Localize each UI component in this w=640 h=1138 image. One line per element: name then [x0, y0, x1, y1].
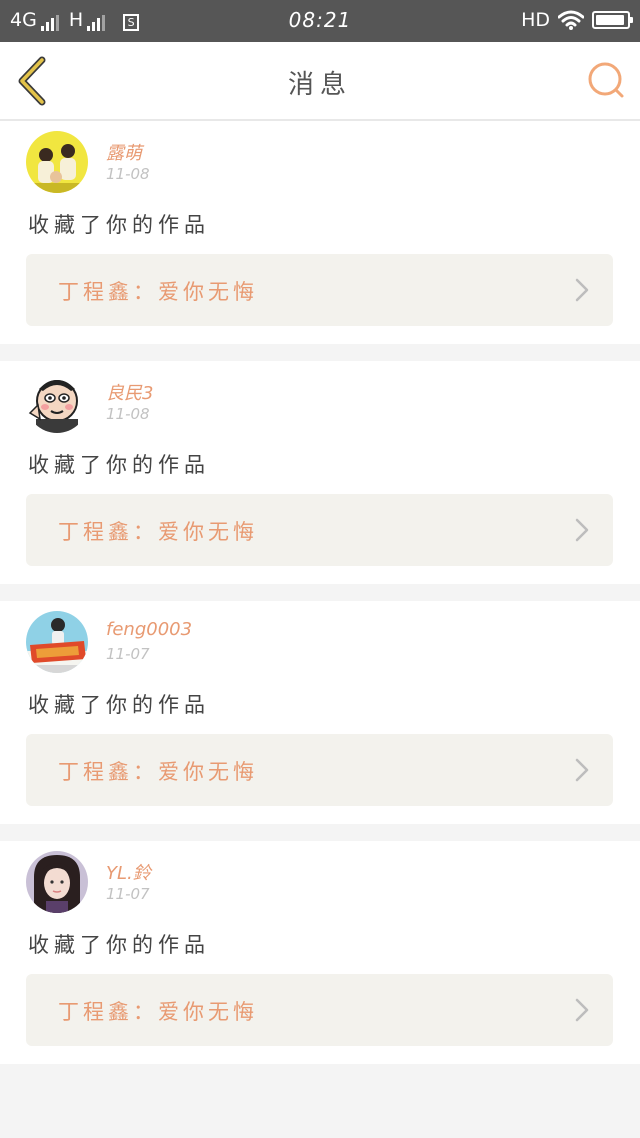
chevron-right-icon [575, 518, 589, 542]
username[interactable]: feng0003 [106, 619, 192, 640]
work-title: 丁程鑫：爱你无悔 [58, 520, 258, 544]
yellow-group-avatar[interactable] [26, 131, 88, 193]
username[interactable]: 良民3 [106, 379, 153, 405]
work-title: 丁程鑫：爱你无悔 [58, 280, 258, 304]
work-link[interactable]: 丁程鑫：爱你无悔 [26, 494, 613, 566]
action-text: 收藏了你的作品 [28, 213, 210, 237]
status-right: HD [521, 9, 633, 31]
chevron-right-icon [575, 758, 589, 782]
work-link[interactable]: 丁程鑫：爱你无悔 [26, 734, 613, 806]
wifi-icon [558, 10, 584, 30]
action-text: 收藏了你的作品 [28, 933, 210, 957]
status-bar: 4G H S 08:21 HD [0, 0, 640, 42]
page-title: 消息 [287, 70, 352, 100]
notification-card: 良民3 11-08 收藏了你的作品 丁程鑫：爱你无悔 [0, 361, 640, 584]
notification-card: feng0003 11-07 收藏了你的作品 丁程鑫：爱你无悔 [0, 601, 640, 824]
notification-date: 11-08 [106, 405, 150, 423]
battery-icon [592, 11, 633, 29]
work-title: 丁程鑫：爱你无悔 [58, 760, 258, 784]
action-text: 收藏了你的作品 [28, 453, 210, 477]
work-link[interactable]: 丁程鑫：爱你无悔 [26, 974, 613, 1046]
hd-label: HD [521, 9, 550, 31]
search-icon[interactable] [586, 60, 626, 100]
notification-date: 11-07 [106, 885, 150, 903]
notification-date: 11-08 [106, 165, 150, 183]
nav-bar: 消息 [0, 42, 640, 121]
cartoon-face-avatar[interactable] [26, 371, 88, 433]
notification-card: 露萌 11-08 收藏了你的作品 丁程鑫：爱你无悔 [0, 121, 640, 344]
username[interactable]: 露萌 [106, 139, 142, 165]
work-title: 丁程鑫：爱你无悔 [58, 1000, 258, 1024]
chevron-right-icon [575, 278, 589, 302]
username[interactable]: YL.鈴 [106, 859, 151, 885]
banner-photo-avatar[interactable] [26, 611, 88, 673]
work-link[interactable]: 丁程鑫：爱你无悔 [26, 254, 613, 326]
notification-feed: 露萌 11-08 收藏了你的作品 丁程鑫：爱你无悔 良民3 11-08 收藏了你… [0, 121, 640, 1081]
notification-date: 11-07 [106, 645, 150, 663]
notification-card: YL.鈴 11-07 收藏了你的作品 丁程鑫：爱你无悔 [0, 841, 640, 1064]
chevron-right-icon [575, 998, 589, 1022]
action-text: 收藏了你的作品 [28, 693, 210, 717]
girl-portrait-avatar[interactable] [26, 851, 88, 913]
